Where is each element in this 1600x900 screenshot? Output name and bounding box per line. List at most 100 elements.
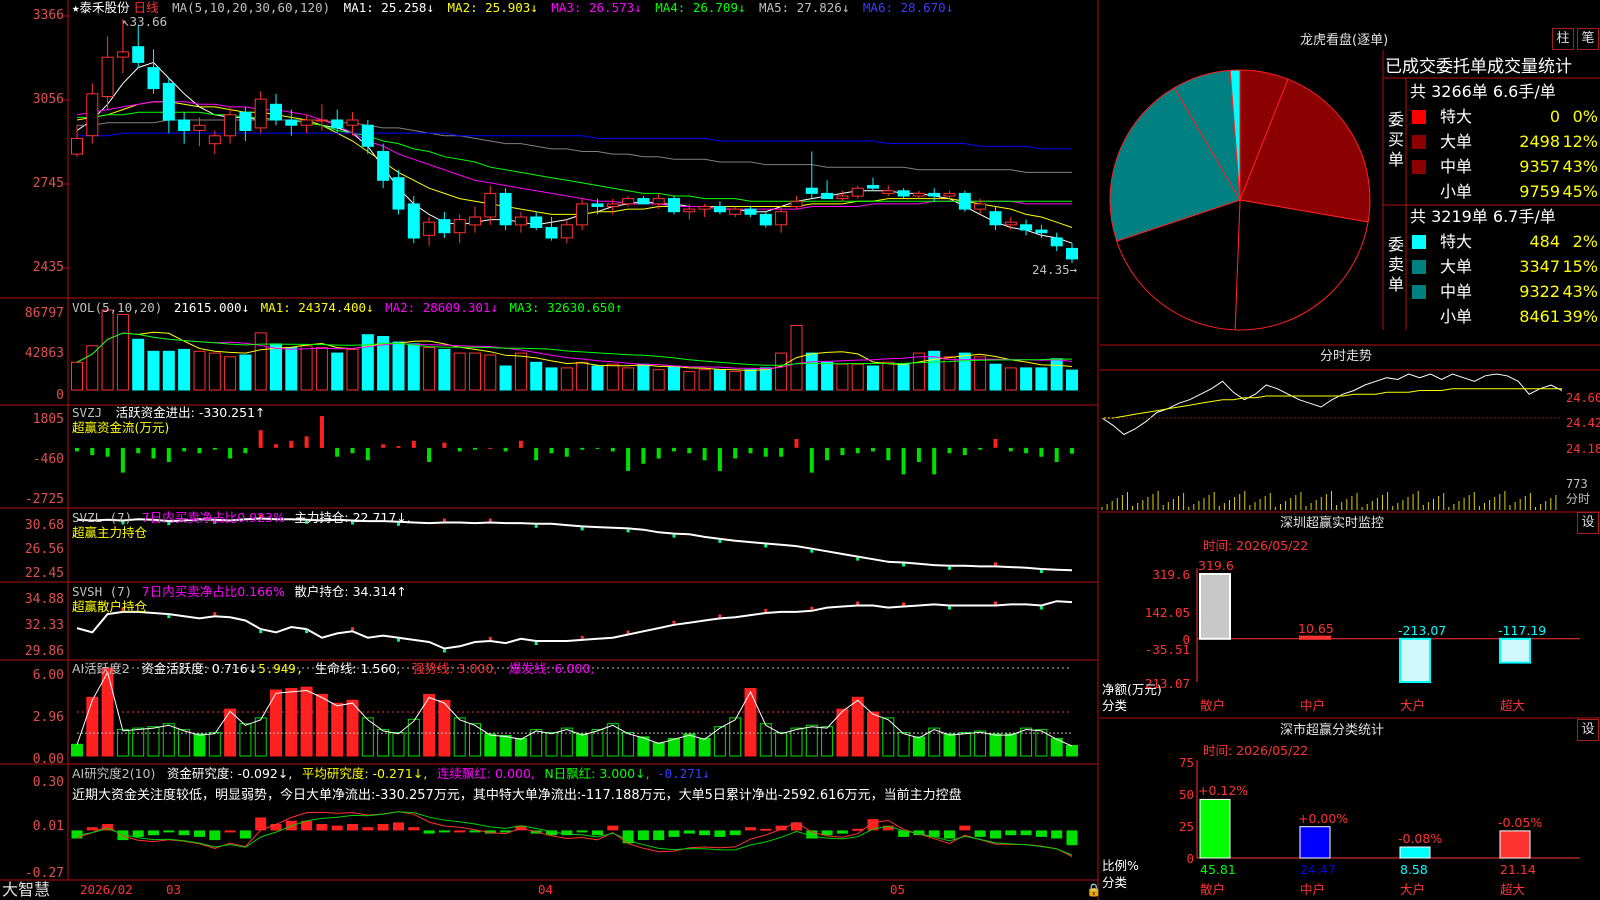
brand-logo[interactable]: 大智慧 — [2, 880, 50, 900]
period-label[interactable]: 日线 — [134, 0, 159, 15]
candle-body — [698, 206, 711, 210]
mon-category: 散户 — [1200, 698, 1226, 713]
bar — [285, 347, 298, 391]
ai-active-bar — [208, 732, 221, 757]
holding-tick — [810, 549, 814, 553]
holding-tick — [580, 635, 584, 639]
ai-research-bar — [1005, 830, 1017, 836]
ai-research-bar — [592, 830, 603, 836]
svzj-bar — [809, 447, 814, 473]
sz-monitor-title: 深圳超赢实时监控 — [1280, 516, 1385, 531]
ai-active-bar — [560, 727, 573, 757]
cls-bar — [1499, 830, 1531, 859]
holding-tick — [442, 518, 446, 522]
ai-active-bar — [805, 724, 818, 757]
ai-active-bar — [729, 717, 742, 757]
candle-body — [882, 190, 895, 194]
ai-research-bar — [163, 830, 175, 833]
candle-body — [668, 198, 680, 213]
bar — [1035, 367, 1048, 391]
cls-change-label: +0.12% — [1198, 783, 1249, 798]
mon-y-label: 净额(万元) — [1102, 682, 1162, 697]
svzj-bar — [289, 440, 294, 448]
svzj-bar — [365, 447, 370, 461]
candle-body — [1020, 224, 1033, 231]
ai-active-bar — [254, 717, 267, 757]
holding-tick — [488, 518, 492, 522]
holding-tick — [488, 637, 492, 640]
ai-active-bar — [851, 696, 864, 757]
svzj-bar — [855, 447, 860, 454]
row-count: 9357 — [1519, 157, 1560, 176]
svzj-sub: 超赢资金流(万元) — [72, 420, 170, 435]
sz-class-settings-button[interactable]: 设 — [1577, 719, 1599, 741]
star-icon[interactable]: ★ — [72, 0, 80, 15]
ai-research-bar — [86, 827, 98, 831]
legend-swatch — [1412, 235, 1426, 249]
cls-change-label: -0.08% — [1398, 831, 1443, 846]
sz-class-time: 时间: 2026/05/22 — [1203, 743, 1309, 758]
bar — [958, 352, 971, 391]
ai-research-bar — [362, 827, 374, 831]
ai-active-bar — [438, 699, 451, 757]
bar — [729, 371, 742, 391]
candle-body — [361, 124, 374, 147]
sell-header: 共 3219单 6.7手/单 — [1410, 207, 1556, 226]
ma1-value: MA1: 25.258↓ — [343, 0, 434, 15]
svsh-sub: 超赢散户持仓 — [72, 599, 148, 614]
ai-research-bar — [408, 827, 420, 831]
ai-research-bar — [331, 825, 343, 831]
svzj-bar — [580, 447, 585, 450]
x-label: 2026/02 — [80, 882, 133, 897]
holding-tick — [994, 601, 997, 605]
candle-body — [254, 98, 267, 129]
sz-monitor-settings-button[interactable]: 设 — [1577, 512, 1599, 534]
bar-mode-button[interactable]: 柱 — [1552, 28, 1574, 50]
candle-body — [300, 119, 313, 126]
intra-vol-tick: 773 — [1566, 477, 1588, 491]
kline-chart-area[interactable] — [0, 0, 1100, 900]
candle-body — [560, 224, 573, 239]
row-name: 小单 — [1440, 182, 1473, 201]
ai-active-bar — [545, 732, 558, 757]
bar — [851, 363, 864, 391]
row-name: 大单 — [1440, 257, 1473, 276]
candle-body — [484, 192, 497, 218]
x-label: 05 — [890, 882, 906, 897]
row-count: 3347 — [1519, 257, 1560, 276]
bar — [606, 363, 619, 391]
y-tick: 0.30 — [32, 775, 64, 790]
svzj-bars-group — [75, 416, 1074, 475]
vol-ma2: MA2: 28609.301↓ — [385, 300, 498, 315]
lhb-title: 龙虎看盘(逐单) — [1300, 33, 1389, 48]
ai-active-bar — [193, 733, 206, 757]
holding-tick — [902, 563, 906, 567]
ai-research-bar — [270, 824, 282, 831]
y-tick: 0 — [56, 388, 64, 403]
bar — [652, 369, 665, 391]
candle-body — [132, 46, 145, 63]
ai-active-bar — [239, 723, 252, 757]
lhb-table-title: 已成交委托单成交量统计 — [1385, 57, 1572, 77]
svzj-bar — [442, 442, 447, 448]
holding-tick — [994, 562, 997, 566]
y-tick: 34.88 — [24, 592, 64, 607]
candle-body — [116, 51, 129, 58]
bar — [836, 363, 849, 391]
candle-body — [576, 203, 589, 226]
candle-body — [974, 203, 987, 210]
bar — [453, 352, 466, 391]
candle-body — [1066, 247, 1078, 260]
bar — [116, 313, 129, 391]
vol-params: VOL(5,10,20) — [72, 300, 163, 315]
pen-mode-button[interactable]: 笔 — [1577, 28, 1599, 50]
ai-burst-line: 爆发线: 6.000, — [508, 661, 595, 676]
bar — [867, 365, 879, 391]
ai-research-bar — [194, 830, 205, 837]
ai-research-bars-group — [71, 811, 1078, 858]
bar — [346, 348, 359, 391]
ai-active-bar — [346, 699, 359, 757]
ma-lines-group — [76, 61, 1073, 244]
svzj-bar — [411, 440, 416, 448]
ai-research-bar — [1035, 830, 1047, 837]
